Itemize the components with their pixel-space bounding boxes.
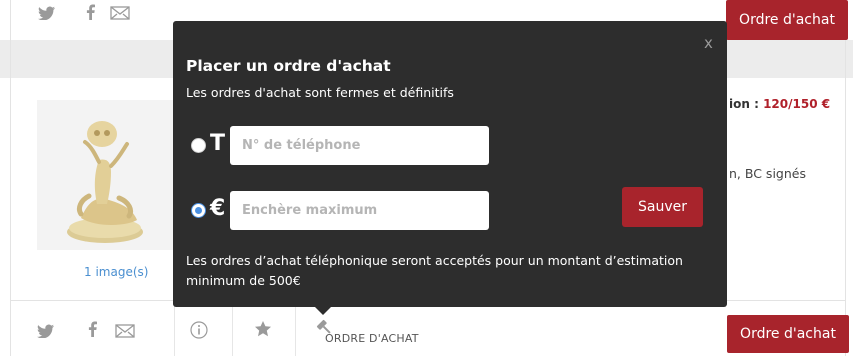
close-icon[interactable]: x bbox=[704, 34, 713, 52]
max-bid-option-radio[interactable] bbox=[191, 203, 206, 218]
toolbar-separator bbox=[232, 301, 233, 356]
panel-right-border bbox=[845, 0, 846, 356]
phone-option-radio[interactable] bbox=[191, 138, 206, 153]
info-icon[interactable] bbox=[190, 321, 208, 342]
buy-order-modal: x Placer un ordre d'achat Les ordres d'a… bbox=[173, 21, 727, 307]
phone-number-input[interactable] bbox=[230, 126, 489, 165]
ordre-achat-link[interactable]: ORDRE D'ACHAT bbox=[325, 332, 419, 345]
euro-icon: € bbox=[210, 196, 226, 221]
twitter-icon[interactable] bbox=[38, 6, 56, 23]
lot-description: n, BC signés bbox=[729, 166, 806, 181]
facebook-icon[interactable] bbox=[86, 4, 95, 23]
max-bid-input[interactable] bbox=[230, 191, 489, 230]
save-button[interactable]: Sauver bbox=[622, 187, 703, 227]
mail-icon[interactable] bbox=[110, 6, 130, 23]
modal-note: Les ordres d’achat téléphonique seront a… bbox=[186, 253, 683, 288]
estimation-value: 120/150 € bbox=[763, 97, 831, 111]
star-icon[interactable] bbox=[254, 320, 272, 341]
modal-subtitle: Les ordres d'achat sont fermes et défini… bbox=[186, 85, 454, 100]
lot-thumbnail[interactable] bbox=[37, 100, 177, 250]
top-buy-order-button[interactable]: Ordre d'achat bbox=[726, 0, 848, 40]
phone-icon: T bbox=[210, 131, 226, 156]
bottom-buy-order-button[interactable]: Ordre d'achat bbox=[727, 315, 849, 353]
bottom-toolbar-row: Ordre d'achat bbox=[10, 300, 849, 356]
modal-pointer-arrow bbox=[314, 306, 332, 315]
toolbar-separator bbox=[295, 301, 296, 356]
estimation-prefix: ion : bbox=[729, 97, 764, 111]
page: Ordre d'achat 1 image(s) ion : 120/150 €… bbox=[0, 0, 853, 356]
facebook-icon[interactable] bbox=[88, 321, 97, 340]
image-count-link[interactable]: 1 image(s) bbox=[84, 265, 148, 279]
estimation-text: ion : 120/150 € bbox=[729, 97, 830, 111]
mail-icon[interactable] bbox=[115, 324, 135, 341]
toolbar-separator bbox=[174, 301, 175, 356]
twitter-icon[interactable] bbox=[37, 324, 55, 341]
modal-title: Placer un ordre d'achat bbox=[186, 57, 391, 75]
